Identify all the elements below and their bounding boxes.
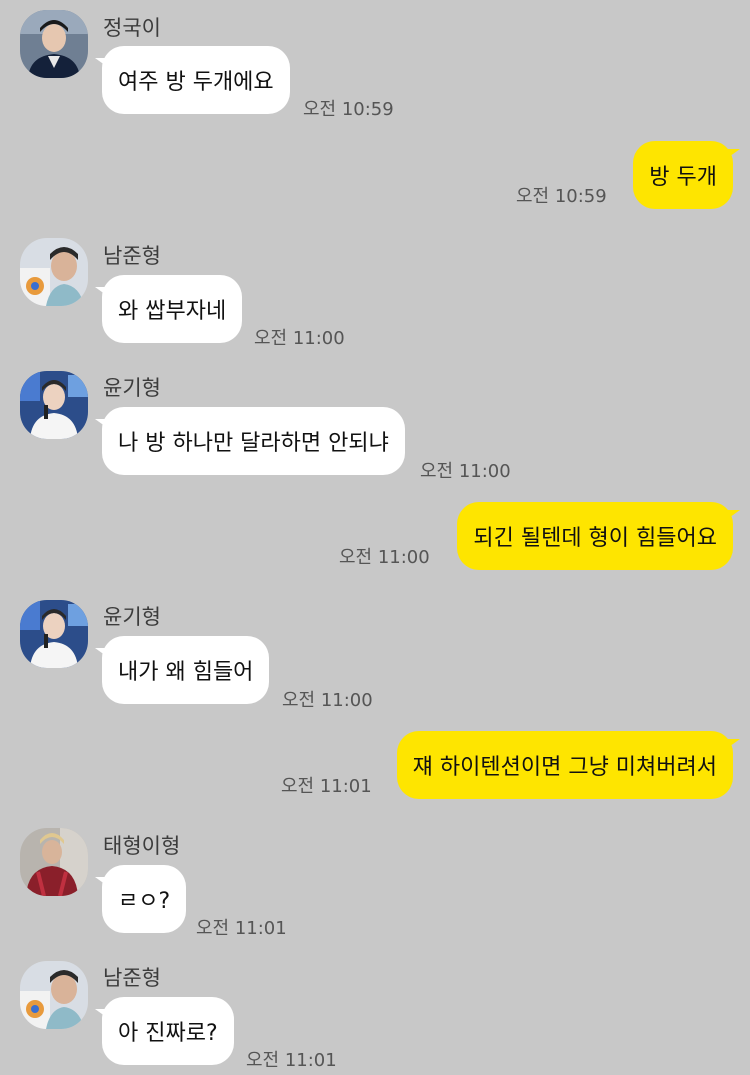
message-bubble-incoming[interactable]: 나 방 하나만 달라하면 안되냐: [95, 407, 405, 475]
avatar-namjoon[interactable]: [20, 238, 88, 306]
message-timestamp: 오전 11:00: [420, 461, 511, 482]
message-timestamp: 오전 10:59: [516, 186, 607, 207]
message-timestamp: 오전 11:01: [246, 1050, 337, 1071]
avatar-namjoon[interactable]: [20, 961, 88, 1029]
message-text: ㄹㅇ?: [118, 889, 171, 914]
avatar-yoongi[interactable]: [20, 371, 88, 439]
message-bubble-incoming[interactable]: ㄹㅇ?: [94, 865, 187, 933]
message-text: 쟤 하이텐션이면 그냥 미쳐버려서: [412, 755, 717, 780]
message-bubble-outgoing[interactable]: 방 두개: [633, 141, 740, 209]
message-bubble-incoming[interactable]: 와 쌉부자네: [94, 275, 243, 343]
sender-name: 남준형: [103, 966, 161, 990]
avatar-yoongi[interactable]: [20, 600, 88, 668]
message-timestamp: 오전 11:00: [339, 547, 430, 568]
avatar-taehyung[interactable]: [20, 828, 88, 896]
message-timestamp: 오전 11:00: [254, 328, 345, 349]
message-text: 방 두개: [649, 165, 717, 190]
avatar-jungkook[interactable]: [20, 10, 88, 78]
sender-name: 정국이: [103, 16, 161, 40]
message-text: 아 진짜로?: [118, 1021, 218, 1046]
message-timestamp: 오전 10:59: [303, 99, 394, 120]
message-text: 내가 왜 힘들어: [118, 660, 254, 685]
message-text: 여주 방 두개에요: [118, 70, 274, 95]
message-bubble-incoming[interactable]: 내가 왜 힘들어: [94, 636, 270, 704]
sender-name: 남준형: [103, 244, 161, 268]
message-bubble-outgoing[interactable]: 되긴 될텐데 형이 힘들어요: [457, 502, 740, 570]
sender-name: 윤기형: [103, 376, 161, 400]
message-timestamp: 오전 11:01: [281, 776, 372, 797]
message-bubble-incoming[interactable]: 여주 방 두개에요: [95, 46, 290, 114]
sender-name: 윤기형: [103, 605, 161, 629]
message-text: 되긴 될텐데 형이 힘들어요: [473, 526, 717, 551]
message-text: 나 방 하나만 달라하면 안되냐: [118, 431, 389, 456]
message-text: 와 쌉부자네: [118, 299, 227, 324]
message-bubble-incoming[interactable]: 아 진짜로?: [95, 997, 234, 1065]
message-bubble-outgoing[interactable]: 쟤 하이텐션이면 그냥 미쳐버려서: [396, 731, 741, 799]
sender-name: 태형이형: [103, 834, 181, 858]
message-timestamp: 오전 11:01: [196, 918, 287, 939]
message-timestamp: 오전 11:00: [282, 690, 373, 711]
